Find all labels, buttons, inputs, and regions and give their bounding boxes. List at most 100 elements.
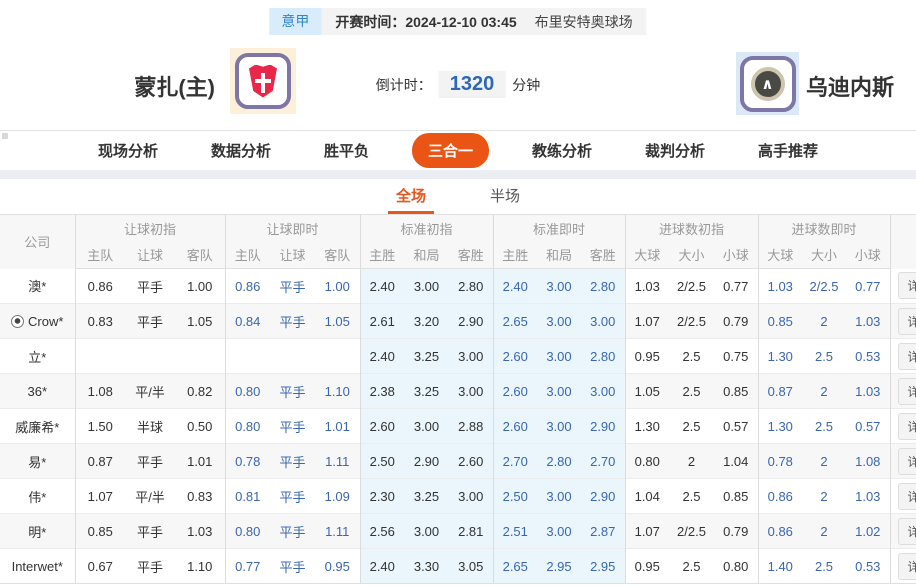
detail-column-header [889, 214, 916, 269]
sub-header-hl-2: 客队 [315, 241, 360, 269]
odds-cell-gl: 0.57 [846, 408, 891, 444]
odds-cell-si: 3.25 [404, 373, 449, 409]
odds-cell-si: 2.80 [449, 268, 493, 304]
odds-cell-si: 3.30 [404, 548, 449, 584]
odds-cell-si: 3.00 [449, 373, 493, 409]
sub-header-gi-1: 大小 [669, 241, 714, 269]
detail-button[interactable]: 详情 [897, 447, 916, 475]
divider-band [0, 170, 916, 179]
sub-header-si-2: 客胜 [449, 241, 493, 269]
odds-cell-gi: 0.95 [624, 338, 669, 374]
kickoff-label: 开赛时间： [335, 13, 406, 30]
detail-cell: 详情 [889, 373, 916, 409]
odds-cell-hl: 平手 [270, 303, 315, 339]
detail-cell: 详情 [889, 338, 916, 374]
odds-cell-sl: 3.00 [581, 303, 625, 339]
detail-button[interactable]: 详情 [897, 552, 916, 580]
odds-cell-gi: 2.5 [669, 338, 714, 374]
table-row: 易* 0.87 平手 1.01 0.78 平手 1.11 2.50 2.90 2.60 2.70 2.… [0, 443, 916, 479]
detail-button[interactable]: 详情 [897, 482, 916, 510]
detail-button[interactable]: 详情 [897, 272, 916, 300]
odds-cell-hl: 1.09 [315, 478, 360, 514]
odds-cell-si: 2.50 [359, 443, 404, 479]
odds-cell-gl: 2 [802, 303, 847, 339]
odds-cell-si: 2.56 [359, 513, 404, 549]
odds-cell-hl: 0.81 [224, 478, 270, 514]
odds-cell-hl: 0.80 [224, 513, 270, 549]
odds-cell-hi [74, 338, 125, 374]
nav-tab-3[interactable]: 三合一 [411, 133, 489, 168]
sub-header-sl-2: 客胜 [581, 241, 625, 269]
odds-cell-gl: 0.78 [757, 443, 803, 479]
soccer-ball-icon [11, 314, 25, 328]
odds-cell-si: 2.40 [359, 548, 404, 584]
odds-cell-sl: 2.60 [492, 338, 537, 374]
odds-cell-si: 2.60 [449, 443, 493, 479]
kickoff-value: 2024-12-10 03:45 [405, 13, 517, 30]
odds-cell-gi: 1.30 [624, 408, 669, 444]
odds-cell-hl: 平手 [270, 373, 315, 409]
table-row: 立* 2.40 3.25 3.00 2.60 3.00 2.80 0.95 2.5 0.75 1.3… [0, 338, 916, 374]
away-team-name: 乌迪内斯 [806, 75, 895, 100]
odds-cell-hl: 1.05 [315, 303, 360, 339]
table-row: 威廉希* 1.50 半球 0.50 0.80 平手 1.01 2.60 3.00 2.88 2.60… [0, 408, 916, 444]
nav-tab-0[interactable]: 现场分析 [88, 133, 168, 168]
sub-header-gl-1: 大小 [802, 241, 847, 269]
odds-cell-hl: 平手 [270, 478, 315, 514]
detail-cell: 详情 [889, 548, 916, 584]
odds-cell-hl: 平手 [270, 513, 315, 549]
sub-header-gi-0: 大球 [624, 241, 669, 269]
odds-cell-si: 2.60 [359, 408, 404, 444]
odds-cell-gi: 1.05 [624, 373, 669, 409]
away-team-badge: ∧ [736, 52, 799, 115]
group-header-si: 标准初指 [359, 214, 493, 242]
period-sub-tabs: 全场 半场 [0, 179, 916, 214]
sub-tab-0[interactable]: 全场 [387, 179, 434, 214]
nav-tab-1[interactable]: 数据分析 [201, 133, 281, 168]
detail-cell: 详情 [889, 303, 916, 339]
odds-cell-gl: 1.02 [846, 513, 891, 549]
company-cell: Interwet* [0, 548, 75, 584]
table-row: 伟* 1.07 平/半 0.83 0.81 平手 1.09 2.30 3.25 3.00 2.50 3… [0, 478, 916, 514]
group-header-gi: 进球数初指 [624, 214, 759, 242]
odds-cell-gi: 0.75 [714, 338, 759, 374]
company-cell: Crow* [0, 303, 75, 339]
odds-cell-hl: 1.11 [315, 443, 360, 479]
league-label: 意甲 [269, 8, 322, 35]
sub-header-gl-0: 大球 [757, 241, 803, 269]
odds-cell-gi: 2.5 [669, 408, 714, 444]
odds-cell-hi: 0.85 [74, 513, 125, 549]
odds-cell-gi: 2.5 [669, 373, 714, 409]
odds-cell-hi: 1.05 [175, 303, 225, 339]
detail-button[interactable]: 详情 [897, 342, 916, 370]
detail-button[interactable]: 详情 [897, 307, 916, 335]
company-cell: 澳* [0, 268, 75, 304]
odds-cell-gi: 0.79 [714, 513, 759, 549]
sub-tab-1[interactable]: 半场 [482, 179, 528, 214]
detail-button[interactable]: 详情 [897, 412, 916, 440]
odds-cell-si: 2.40 [359, 268, 404, 304]
odds-cell-gl: 2 [802, 478, 847, 514]
odds-cell-gl: 0.86 [757, 513, 803, 549]
odds-cell-gi: 0.85 [714, 373, 759, 409]
nav-tab-2[interactable]: 胜平负 [314, 133, 379, 168]
odds-cell-hi: 1.00 [175, 268, 225, 304]
detail-button[interactable]: 详情 [897, 377, 916, 405]
odds-cell-gi: 0.80 [714, 548, 759, 584]
sub-header-hl-0: 主队 [224, 241, 270, 269]
odds-cell-gl: 2.5 [802, 408, 847, 444]
nav-tab-4[interactable]: 教练分析 [522, 133, 602, 168]
detail-button[interactable]: 详情 [897, 517, 916, 545]
odds-table: 公司 让球初指 让球即时 标准初指 标准即时 进球数初指 进球数即时 主队 让球 客队 主队 让球 客队… [0, 214, 916, 584]
odds-cell-sl: 3.00 [537, 408, 581, 444]
udinese-badge-icon: ∧ [739, 55, 796, 112]
odds-cell-si: 2.88 [449, 408, 493, 444]
odds-cell-si: 2.38 [359, 373, 404, 409]
odds-cell-sl: 2.65 [492, 303, 537, 339]
detail-cell: 详情 [889, 443, 916, 479]
nav-tab-6[interactable]: 高手推荐 [748, 133, 828, 168]
nav-tab-5[interactable]: 裁判分析 [635, 133, 715, 168]
odds-cell-sl: 2.80 [581, 338, 625, 374]
odds-cell-hi: 平手 [125, 443, 175, 479]
odds-cell-sl: 3.00 [537, 373, 581, 409]
